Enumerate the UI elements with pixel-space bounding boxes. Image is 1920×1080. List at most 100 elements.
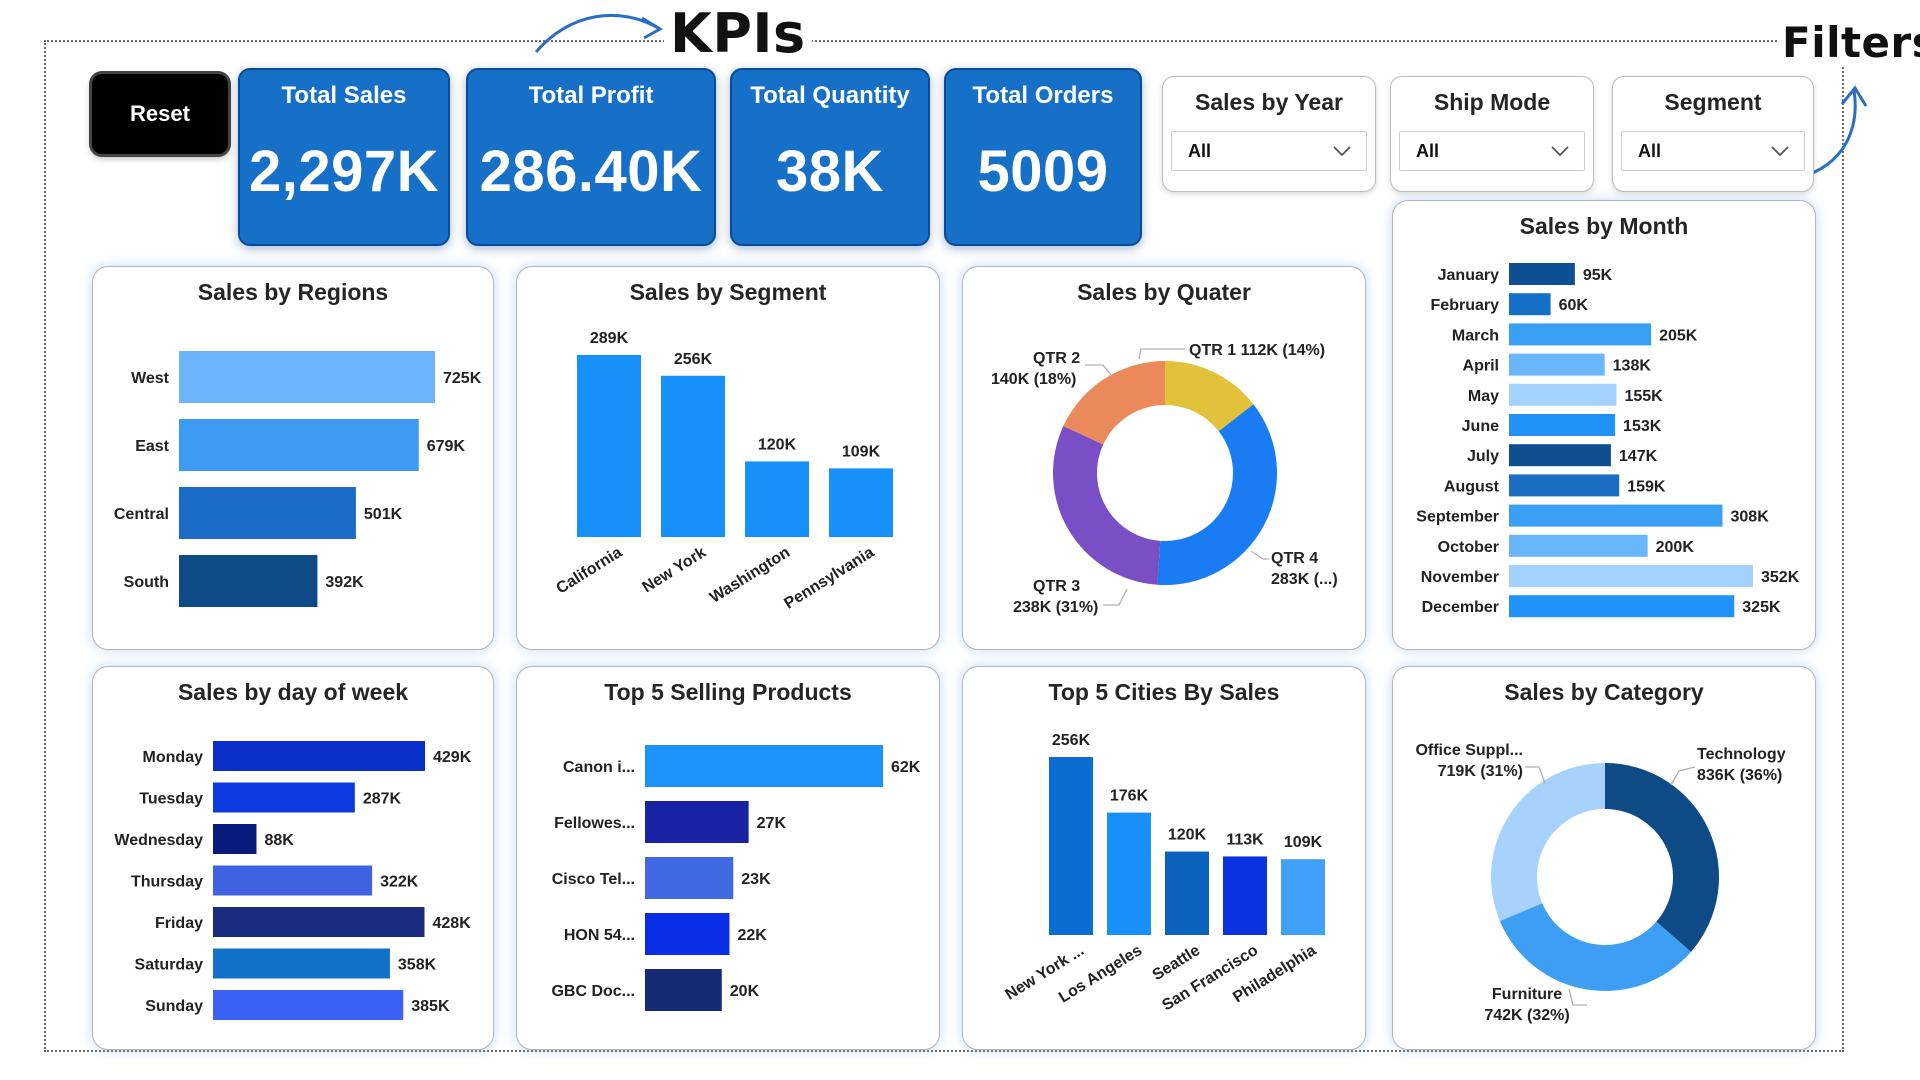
slice-label: QTR 4 [1271,550,1318,567]
bar[interactable] [179,419,419,471]
slice-label: Technology [1697,746,1786,763]
value-label: 287K [363,791,402,808]
segment-dropdown[interactable]: All [1621,131,1805,171]
category-label: Wednesday [114,832,203,849]
bar[interactable] [213,948,390,979]
bar[interactable] [1509,534,1648,557]
bar[interactable] [1509,353,1605,376]
bar[interactable] [1049,757,1093,935]
bar[interactable] [1509,595,1735,618]
bar[interactable] [213,782,355,813]
kpi-title: Total Profit [528,82,654,109]
value-label: 22K [737,927,767,944]
bar[interactable] [1509,444,1611,467]
bar[interactable] [645,913,730,955]
donut-slice[interactable] [1063,361,1165,445]
value-label: 256K [674,351,713,368]
bar[interactable] [745,461,809,537]
category-label: June [1462,418,1499,435]
kpi-total-orders: Total Orders 5009 [944,68,1142,246]
donut-slice[interactable] [1605,763,1719,952]
donut-slice[interactable] [1053,426,1161,585]
kpi-title: Total Quantity [750,82,910,109]
donut-slice[interactable] [1491,763,1605,921]
cities-plot: 256KNew York ...176KLos Angeles120KSeatt… [1002,732,1325,1014]
bar[interactable] [1281,859,1325,935]
bar[interactable] [645,745,883,787]
bar[interactable] [179,351,435,403]
donut-slice[interactable] [1157,404,1277,585]
category-label: August [1444,478,1500,495]
bar[interactable] [213,907,425,937]
bar[interactable] [645,857,734,899]
bar[interactable] [1509,263,1575,285]
bar[interactable] [213,824,257,854]
leader-line [1138,348,1185,360]
category-label: California [554,544,626,598]
value-label: 88K [264,832,294,849]
value-label: 385K [411,998,450,1015]
filters-annotation: Filters [1778,18,1920,67]
bar[interactable] [213,990,404,1020]
chart-title: Sales by Month [1519,213,1689,239]
reset-button[interactable]: Reset [92,74,228,154]
chart-sales-by-month: January 95K February 60K March 205K April 138K M… [1392,200,1816,650]
category-label: Cisco Tel... [552,871,635,888]
year-dropdown[interactable]: All [1171,131,1367,171]
chart-sales-by-day-of-week: Monday 429K Tuesday 287K Wednesday 88K Thursda… [92,666,494,1050]
chart-title: Sales by Segment [629,279,827,305]
category-label: GBC Doc... [551,983,635,1000]
curved-arrow-icon [534,13,663,53]
chevron-down-icon [1771,146,1789,157]
value-label: 176K [1110,788,1149,805]
value-label: 358K [398,957,437,974]
bar[interactable] [645,801,749,843]
dropdown-value: All [1188,140,1212,161]
bar[interactable] [1509,504,1723,527]
slice-label: Office Suppl... [1415,742,1523,759]
bar[interactable] [1107,812,1151,935]
category-label: April [1463,358,1499,375]
value-label: 256K [1052,732,1091,749]
category-label: Fellowes... [554,815,635,832]
category-label: Sunday [145,998,203,1015]
slice-label: Furniture [1492,986,1562,1003]
value-label: 20K [730,983,760,1000]
bar[interactable] [1509,565,1753,587]
bar[interactable] [179,487,356,539]
filter-title: Sales by Year [1195,89,1343,115]
category-label: July [1467,448,1499,465]
bar[interactable] [1509,474,1620,497]
kpi-title: Total Sales [281,82,407,109]
bar[interactable] [1223,856,1267,935]
bar[interactable] [1165,851,1209,935]
chart-title: Sales by Regions [197,279,389,305]
bar[interactable] [577,355,641,537]
category-label: February [1431,297,1500,314]
bar[interactable] [1509,323,1652,346]
slice-label: QTR 3 [1033,578,1080,595]
bar[interactable] [1509,414,1616,436]
value-label: 27K [757,815,787,832]
kpi-total-quantity: Total Quantity 38K [730,68,930,246]
chart-sales-by-category: Technology 836K (36%) Furniture 742K (32%) O… [1392,666,1816,1050]
category-plot: Technology 836K (36%) Furniture 742K (32%) O… [1415,742,1786,1024]
chart-sales-by-quarter: QTR 1 112K (14%) QTR 4 283K (...) QTR 3 238K… [962,266,1366,650]
slice-label: QTR 2 [1033,350,1080,367]
bar[interactable] [1509,293,1551,316]
bar[interactable] [1509,383,1617,406]
bar[interactable] [213,741,425,771]
value-label: 159K [1627,478,1666,495]
weekday-plot: Monday 429K Tuesday 287K Wednesday 88K Thursda… [114,741,472,1020]
quarter-plot: QTR 1 112K (14%) QTR 4 283K (...) QTR 3 238K… [991,342,1338,616]
bar[interactable] [661,375,725,537]
bar[interactable] [829,468,893,537]
leader-line [1670,766,1696,786]
bar[interactable] [645,969,722,1011]
kpi-total-sales: Total Sales 2,297K [238,68,450,246]
bar[interactable] [179,555,318,607]
category-label: West [131,370,170,387]
category-label: Washington [707,544,793,607]
bar[interactable] [213,865,373,896]
ship-mode-dropdown[interactable]: All [1399,131,1585,171]
